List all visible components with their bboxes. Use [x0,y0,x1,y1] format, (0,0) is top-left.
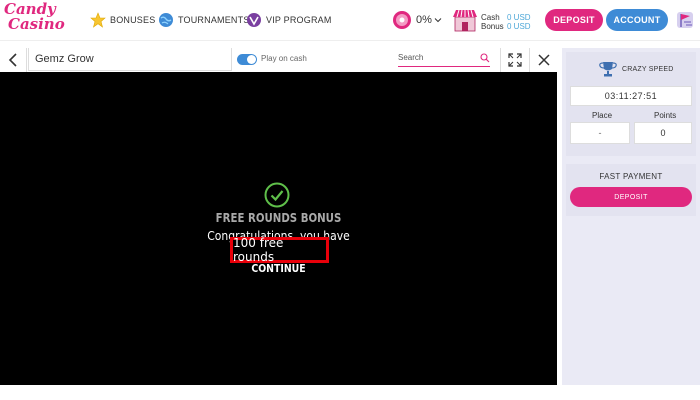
chevron-left-icon [8,53,17,67]
candy-casino-logo[interactable]: Candy Casino [4,2,65,38]
nav-vip-program[interactable]: VIP PROGRAM [246,12,332,28]
star-icon [90,12,106,28]
racing-flag-icon[interactable] [674,9,696,31]
account-button[interactable]: ACCOUNT [606,9,668,31]
fullscreen-icon [508,53,522,67]
cash-label: Cash [481,13,500,22]
shop-icon [453,9,477,32]
nav-tournaments[interactable]: TOURNAMENTS [158,12,250,28]
chevron-down-icon [434,18,442,23]
close-icon [538,54,550,66]
checkmark-circle-icon [264,182,290,208]
logo-text-line2: Casino [8,15,65,33]
place-label: Place [592,111,613,120]
fullscreen-button[interactable] [500,48,529,72]
play-on-cash-toggle[interactable] [237,54,257,65]
nav-bonuses-label: BONUSES [110,15,156,25]
search-placeholder: Search [398,53,424,62]
place-value: - [570,122,630,144]
fast-payment-title: FAST PAYMENT [599,172,663,181]
fast-deposit-button[interactable]: DEPOSIT [570,187,692,207]
free-rounds-count: 100 free rounds [230,236,329,264]
cash-value: 0 USD [507,13,531,22]
bonus-progress-dropdown[interactable]: 0% [392,9,444,31]
game-toolbar: Gemz Grow Play on cash Search [0,48,557,73]
donut-icon [393,11,411,29]
back-button[interactable] [0,48,27,72]
game-canvas[interactable]: FREE ROUNDS BONUS Congratulations, you h… [0,72,557,385]
search-icon [480,53,490,63]
points-value: 0 [634,122,692,144]
right-sidebar: CRAZY SPEED 03:11:27:51 Place Points - 0… [562,48,700,385]
nav-bonuses[interactable]: BONUSES [90,12,155,28]
tournament-timer: 03:11:27:51 [570,86,692,106]
header-deposit-button[interactable]: DEPOSIT [545,9,603,31]
vip-icon [247,13,261,27]
wallet-balance[interactable]: Cash Bonus 0 USD 0 USD [452,8,532,32]
fast-payment-panel: FAST PAYMENT DEPOSIT [566,164,696,216]
game-title: Gemz Grow [28,48,232,71]
trophy-icon [599,62,617,77]
nav-vip-label: VIP PROGRAM [266,15,332,25]
bonus-label: Bonus [481,22,504,31]
tournament-panel: CRAZY SPEED 03:11:27:51 Place Points - 0 [566,52,696,156]
globe-icon [159,13,173,27]
bonus-progress-value: 0% [416,14,432,26]
top-header: Candy Casino BONUSES TOURNAMENTS VIP PRO… [0,0,700,41]
play-on-cash-label: Play on cash [261,54,307,63]
bonus-value: 0 USD [507,22,531,31]
close-game-button[interactable] [529,48,558,72]
free-rounds-title: FREE ROUNDS BONUS [215,211,342,225]
nav-tournaments-label: TOURNAMENTS [178,15,250,25]
points-label: Points [654,111,677,120]
game-search-input[interactable]: Search [398,53,490,67]
tournament-name: CRAZY SPEED [622,66,674,73]
